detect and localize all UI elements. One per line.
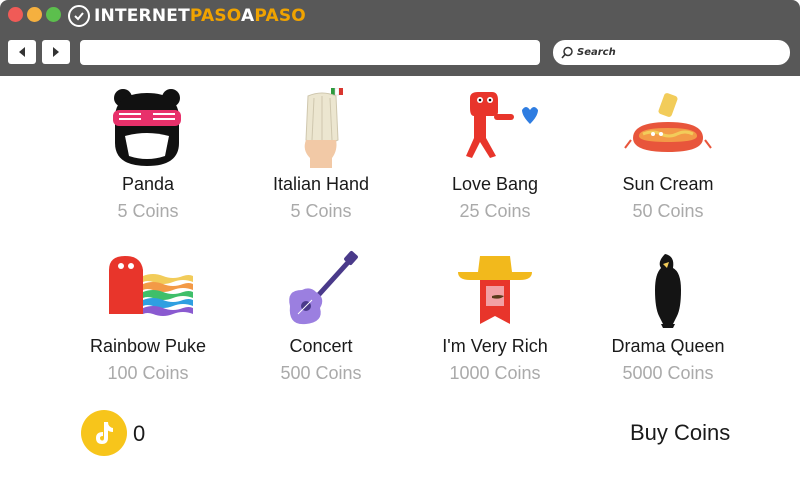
- brand-name: INTERNETPASOAPASO: [94, 6, 306, 26]
- checkmark-logo-icon: [68, 5, 90, 27]
- gift-item-concert[interactable]: Concert 500 Coins: [236, 250, 406, 384]
- minimize-window-button[interactable]: [27, 7, 42, 22]
- gift-price: 500 Coins: [280, 363, 362, 383]
- gift-price: 5000 Coins: [622, 363, 714, 383]
- gift-name: I'm Very Rich: [442, 336, 548, 356]
- gift-item-love-bang[interactable]: Love Bang 25 Coins: [410, 88, 580, 222]
- brand-name-part: PASO: [189, 6, 241, 26]
- address-bar[interactable]: [80, 40, 540, 65]
- rainbow-puke-icon: [103, 250, 193, 330]
- gift-name: Rainbow Puke: [89, 336, 207, 356]
- gift-item-im-very-rich[interactable]: I'm Very Rich 1000 Coins: [410, 250, 580, 384]
- coin-balance: 0: [133, 421, 146, 446]
- sun-cream-icon: [623, 88, 713, 168]
- gift-price: 50 Coins: [632, 201, 704, 221]
- brand-name-part: A: [241, 6, 255, 26]
- brand-logo: INTERNETPASOAPASO: [68, 4, 306, 28]
- gift-price: 1000 Coins: [449, 363, 541, 383]
- forward-button[interactable]: [42, 40, 70, 64]
- gift-price: 5 Coins: [117, 201, 179, 221]
- buy-coins-button[interactable]: Buy Coins: [630, 420, 730, 446]
- gift-name: Panda: [121, 174, 175, 194]
- rich-man-icon: [450, 250, 540, 330]
- search-input[interactable]: Search: [553, 40, 790, 65]
- back-arrow-icon: [19, 47, 25, 57]
- gift-price: 5 Coins: [290, 201, 352, 221]
- love-bang-icon: [450, 88, 540, 168]
- brand-name-part: INTERNET: [94, 6, 190, 26]
- panda-icon: [103, 88, 193, 168]
- brand-name-part: PASO: [254, 6, 306, 26]
- search-icon: [561, 46, 574, 59]
- gift-name: Italian Hand: [272, 174, 370, 194]
- drama-queen-icon: [623, 250, 713, 330]
- gift-item-italian-hand[interactable]: Italian Hand 5 Coins: [236, 87, 406, 222]
- gift-name: Concert: [289, 336, 353, 356]
- gift-item-drama-queen[interactable]: Drama Queen 5000 Coins: [583, 250, 753, 384]
- gift-price: 25 Coins: [459, 201, 531, 221]
- gift-name: Love Bang: [451, 174, 539, 194]
- tiktok-coin-icon: [81, 410, 127, 456]
- close-window-button[interactable]: [8, 7, 23, 22]
- gift-name: Sun Cream: [622, 174, 714, 194]
- maximize-window-button[interactable]: [46, 7, 61, 22]
- forward-arrow-icon: [53, 47, 59, 57]
- italian-hand-icon: [276, 87, 366, 168]
- gift-price: 100 Coins: [107, 363, 189, 383]
- gift-item-panda[interactable]: Panda 5 Coins: [63, 88, 233, 222]
- gift-name: Drama Queen: [611, 336, 725, 356]
- back-button[interactable]: [8, 40, 36, 64]
- guitar-icon: [276, 250, 366, 330]
- gift-item-sun-cream[interactable]: Sun Cream 50 Coins: [583, 88, 753, 222]
- gift-item-rainbow-puke[interactable]: Rainbow Puke 100 Coins: [63, 250, 233, 384]
- search-placeholder: Search: [577, 47, 616, 58]
- window-titlebar: INTERNETPASOAPASO Search: [0, 0, 800, 76]
